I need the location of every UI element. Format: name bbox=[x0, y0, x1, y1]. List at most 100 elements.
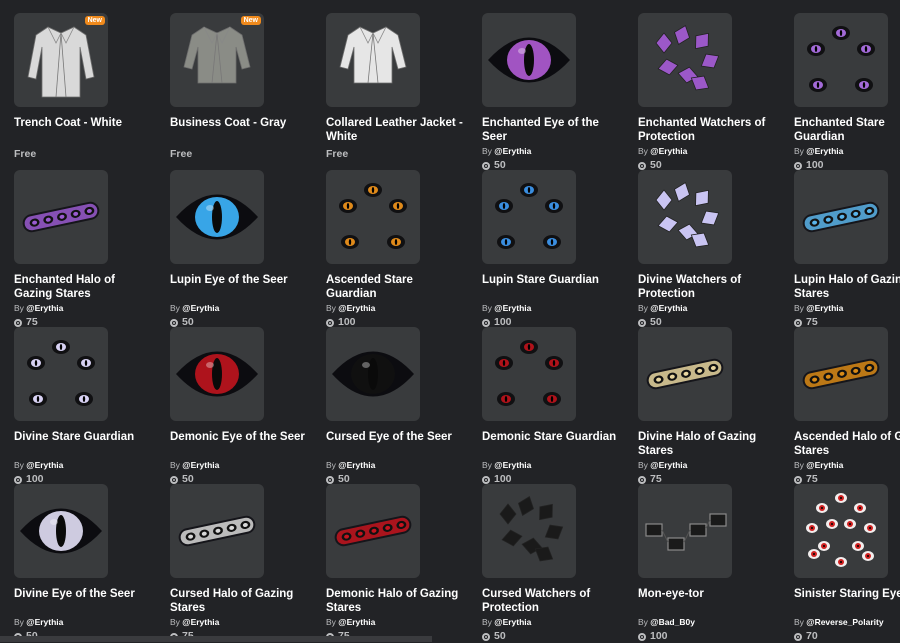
item-name[interactable]: Business Coat - Gray bbox=[170, 116, 310, 144]
item-card[interactable]: Mon-eye-tor By @Bad_B0y 100 bbox=[638, 484, 788, 642]
creator-link[interactable]: @Erythia bbox=[806, 303, 843, 313]
item-thumbnail[interactable] bbox=[638, 170, 732, 264]
item-thumbnail[interactable] bbox=[482, 327, 576, 421]
creator-link[interactable]: @Erythia bbox=[494, 460, 531, 470]
item-thumbnail[interactable] bbox=[326, 170, 420, 264]
item-name[interactable]: Ascended Stare Guardian bbox=[326, 273, 466, 301]
item-thumbnail[interactable] bbox=[326, 327, 420, 421]
item-thumbnail[interactable]: New bbox=[14, 13, 108, 107]
creator-link[interactable]: @Erythia bbox=[494, 617, 531, 627]
item-card[interactable]: Divine Stare Guardian By @Erythia 100 bbox=[14, 327, 164, 485]
item-thumbnail[interactable] bbox=[794, 484, 888, 578]
item-card[interactable]: Demonic Eye of the Seer By @Erythia 50 bbox=[170, 327, 320, 485]
item-name[interactable]: Divine Halo of Gazing Stares bbox=[638, 430, 778, 458]
item-thumbnail[interactable] bbox=[14, 484, 108, 578]
item-thumbnail[interactable] bbox=[638, 327, 732, 421]
item-name[interactable]: Demonic Halo of Gazing Stares bbox=[326, 587, 466, 615]
item-card[interactable]: Lupin Eye of the Seer By @Erythia 50 bbox=[170, 170, 320, 328]
item-card[interactable]: Enchanted Eye of the Seer By @Erythia 50 bbox=[482, 13, 632, 171]
creator-link[interactable]: @Erythia bbox=[650, 460, 687, 470]
item-card[interactable]: Demonic Halo of Gazing Stares By @Erythia… bbox=[326, 484, 476, 642]
item-thumbnail[interactable] bbox=[794, 170, 888, 264]
eye-icon bbox=[332, 351, 414, 397]
item-name[interactable]: Cursed Eye of the Seer bbox=[326, 430, 466, 458]
robux-icon bbox=[482, 161, 490, 170]
item-name[interactable]: Cursed Watchers of Protection bbox=[482, 587, 622, 615]
creator-link[interactable]: @Erythia bbox=[806, 460, 843, 470]
item-name[interactable]: Sinister Staring Eyes bbox=[794, 587, 900, 615]
item-thumbnail[interactable] bbox=[326, 13, 420, 107]
item-card[interactable]: Collared Leather Jacket - White Free bbox=[326, 13, 476, 170]
item-card[interactable]: Cursed Eye of the Seer By @Erythia 50 bbox=[326, 327, 476, 485]
item-name[interactable]: Divine Stare Guardian bbox=[14, 430, 154, 458]
item-name[interactable]: Enchanted Eye of the Seer bbox=[482, 116, 622, 144]
watchers-icon bbox=[655, 182, 720, 248]
item-card[interactable]: Sinister Staring Eyes By @Reverse_Polarit… bbox=[794, 484, 900, 643]
creator-link[interactable]: @Erythia bbox=[182, 617, 219, 627]
creator-link[interactable]: @Erythia bbox=[26, 460, 63, 470]
item-card[interactable]: Lupin Stare Guardian By @Erythia 100 bbox=[482, 170, 632, 328]
item-thumbnail[interactable] bbox=[638, 484, 732, 578]
creator-link[interactable]: @Erythia bbox=[338, 303, 375, 313]
creator-link[interactable]: @Erythia bbox=[26, 617, 63, 627]
item-thumbnail[interactable] bbox=[170, 170, 264, 264]
item-card[interactable]: Divine Halo of Gazing Stares By @Erythia 7… bbox=[638, 327, 788, 485]
item-name[interactable]: Ascended Halo of Gazing Stares bbox=[794, 430, 900, 458]
item-name[interactable]: Divine Eye of the Seer bbox=[14, 587, 154, 615]
item-thumbnail[interactable] bbox=[170, 327, 264, 421]
item-name[interactable]: Mon-eye-tor bbox=[638, 587, 778, 615]
item-name[interactable]: Enchanted Stare Guardian bbox=[794, 116, 900, 144]
item-name[interactable]: Cursed Halo of Gazing Stares bbox=[170, 587, 310, 615]
item-card[interactable]: Enchanted Watchers of Protection By @Eryt… bbox=[638, 13, 788, 171]
item-name[interactable]: Demonic Stare Guardian bbox=[482, 430, 622, 458]
creator-link[interactable]: @Bad_B0y bbox=[650, 617, 695, 627]
item-price: 70 bbox=[794, 630, 900, 643]
item-thumbnail[interactable] bbox=[170, 484, 264, 578]
item-card[interactable]: Ascended Halo of Gazing Stares By @Erythi… bbox=[794, 327, 900, 485]
item-card[interactable]: Ascended Stare Guardian By @Erythia 100 bbox=[326, 170, 476, 328]
item-thumbnail[interactable] bbox=[638, 13, 732, 107]
item-thumbnail[interactable] bbox=[794, 327, 888, 421]
item-card[interactable]: Cursed Halo of Gazing StaresBy @Erythia7… bbox=[170, 484, 320, 642]
item-name[interactable]: Enchanted Watchers of Protection bbox=[638, 116, 778, 144]
item-thumbnail[interactable] bbox=[482, 170, 576, 264]
item-thumbnail[interactable] bbox=[482, 484, 576, 578]
item-name[interactable]: Trench Coat - White bbox=[14, 116, 154, 144]
stare-guardian-icon bbox=[495, 183, 563, 249]
item-thumbnail[interactable] bbox=[14, 170, 108, 264]
item-card[interactable]: Cursed Watchers of Protection By @Erythia… bbox=[482, 484, 632, 642]
item-card[interactable]: Demonic Stare Guardian By @Erythia 100 bbox=[482, 327, 632, 485]
item-name[interactable]: Enchanted Halo of Gazing Stares bbox=[14, 273, 154, 301]
creator-link[interactable]: @Erythia bbox=[806, 146, 843, 156]
item-name[interactable]: Lupin Halo of Gazing Stares bbox=[794, 273, 900, 301]
creator-link[interactable]: @Erythia bbox=[182, 303, 219, 313]
item-thumbnail[interactable] bbox=[794, 13, 888, 107]
item-card[interactable]: New Business Coat - Gray Free bbox=[170, 13, 320, 170]
creator-link[interactable]: @Erythia bbox=[182, 460, 219, 470]
creator-link[interactable]: @Erythia bbox=[338, 460, 375, 470]
item-name[interactable]: Collared Leather Jacket - White bbox=[326, 116, 466, 144]
item-card[interactable]: Divine Watchers of Protection By @Erythia… bbox=[638, 170, 788, 328]
creator-link[interactable]: @Reverse_Polarity bbox=[806, 617, 883, 627]
creator-link[interactable]: @Erythia bbox=[494, 303, 531, 313]
creator-link[interactable]: @Erythia bbox=[650, 146, 687, 156]
item-thumbnail[interactable] bbox=[326, 484, 420, 578]
item-card[interactable]: Enchanted Stare Guardian By @Erythia 100 bbox=[794, 13, 900, 171]
item-thumbnail[interactable]: New bbox=[170, 13, 264, 107]
item-card[interactable]: New Trench Coat - White Free bbox=[14, 13, 164, 170]
robux-icon bbox=[482, 318, 490, 327]
item-name[interactable]: Lupin Stare Guardian bbox=[482, 273, 622, 301]
item-name[interactable]: Divine Watchers of Protection bbox=[638, 273, 778, 301]
item-name[interactable]: Lupin Eye of the Seer bbox=[170, 273, 310, 301]
item-card[interactable]: Divine Eye of the SeerBy @Erythia50 bbox=[14, 484, 164, 642]
creator-link[interactable]: @Erythia bbox=[650, 303, 687, 313]
item-thumbnail[interactable] bbox=[14, 327, 108, 421]
item-thumbnail[interactable] bbox=[482, 13, 576, 107]
creator-link[interactable]: @Erythia bbox=[338, 617, 375, 627]
creator-link[interactable]: @Erythia bbox=[494, 146, 531, 156]
creator-link[interactable]: @Erythia bbox=[26, 303, 63, 313]
item-card[interactable]: Enchanted Halo of Gazing Stares By @Eryth… bbox=[14, 170, 164, 328]
item-card[interactable]: Lupin Halo of Gazing Stares By @Erythia 75 bbox=[794, 170, 900, 328]
horizontal-scrollbar[interactable] bbox=[0, 636, 432, 642]
item-name[interactable]: Demonic Eye of the Seer bbox=[170, 430, 310, 458]
